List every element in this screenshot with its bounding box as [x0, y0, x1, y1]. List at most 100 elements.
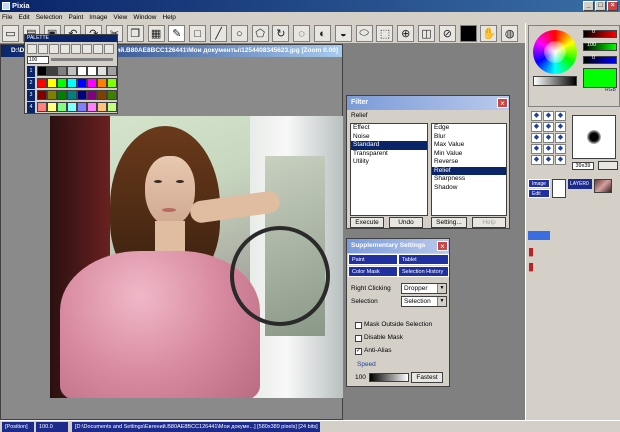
menu-file[interactable]: File	[0, 12, 14, 23]
palette-swatch[interactable]	[57, 102, 67, 112]
menu-window[interactable]: Window	[131, 12, 158, 23]
select-icon[interactable]: ⬚	[376, 25, 394, 42]
palette-tool-icon[interactable]	[27, 44, 37, 54]
palette-swatch[interactable]	[97, 102, 107, 112]
disable-mask-checkbox[interactable]	[355, 335, 362, 342]
filter-item[interactable]: Reverse	[432, 158, 506, 167]
palette-tool-icon[interactable]	[71, 44, 81, 54]
black-swatch-icon[interactable]	[459, 25, 477, 42]
palette-swatch[interactable]	[47, 90, 57, 100]
palette-tool-icon[interactable]	[60, 44, 70, 54]
filter-item[interactable]: Max Value	[432, 141, 506, 150]
filter-item[interactable]: Edge	[432, 124, 506, 133]
anti-alias-checkbox[interactable]: ✓	[355, 348, 362, 355]
menu-image[interactable]: Image	[87, 12, 109, 23]
palette-swatch[interactable]	[47, 78, 57, 88]
palette-swatch[interactable]	[97, 78, 107, 88]
filter-category-item[interactable]: Effect	[351, 124, 427, 133]
palette-swatch[interactable]	[67, 66, 77, 76]
edit-tab[interactable]: Edit	[528, 189, 550, 198]
tab-paint[interactable]: Paint	[348, 254, 398, 265]
paste-icon[interactable]: ▦	[147, 25, 165, 42]
menu-edit[interactable]: Edit	[16, 12, 31, 23]
brush-shape-icon[interactable]: ◆	[555, 122, 566, 132]
help-button[interactable]: Help	[472, 217, 506, 228]
filter-category-item[interactable]: Transparent	[351, 150, 427, 159]
palette-size-field[interactable]: 100	[27, 56, 49, 64]
brush-shape-icon[interactable]: ◆	[531, 111, 542, 121]
filter-category-list[interactable]: Effect Noise Standard Transparent Utility	[350, 123, 428, 216]
brush-shape-icon[interactable]: ◆	[555, 155, 566, 165]
palette-swatch[interactable]	[107, 78, 117, 88]
supplementary-close-icon[interactable]: ×	[437, 241, 448, 251]
tab-selection-history[interactable]: Selection History	[398, 266, 449, 277]
palette-swatch[interactable]	[97, 90, 107, 100]
layer-thumbnail[interactable]	[594, 179, 612, 193]
palette-swatch[interactable]	[77, 78, 87, 88]
brush-shape-icon[interactable]: ◆	[543, 111, 554, 121]
palette-swatch[interactable]	[87, 90, 97, 100]
circle-icon[interactable]: ○	[230, 25, 248, 42]
brush-shape-icon[interactable]: ◆	[543, 133, 554, 143]
palette-tool-icon[interactable]	[38, 44, 48, 54]
palette-swatch[interactable]	[37, 90, 47, 100]
palette-tool-icon[interactable]	[93, 44, 103, 54]
palette-swatch[interactable]	[77, 90, 87, 100]
setting-button[interactable]: Setting...	[431, 217, 467, 228]
brush-shape-icon[interactable]: ◆	[531, 155, 542, 165]
polygon-icon[interactable]: ⬠	[251, 25, 269, 42]
palette-swatch[interactable]	[107, 66, 117, 76]
palette-swatch[interactable]	[77, 102, 87, 112]
filter-item[interactable]: Min Value	[432, 150, 506, 159]
brush-icon[interactable]: ◐	[314, 25, 331, 42]
palette-swatch[interactable]	[67, 90, 77, 100]
maximize-button[interactable]: □	[595, 1, 606, 11]
palette-tool-icon[interactable]	[82, 44, 92, 54]
line-icon[interactable]: ╱	[210, 25, 227, 42]
tab-tablet[interactable]: Tablet	[398, 254, 449, 265]
tab-color-mask[interactable]: Color Mask	[348, 266, 398, 277]
palette-swatch[interactable]	[37, 66, 47, 76]
eyedropper-icon[interactable]: ⊘	[438, 25, 456, 42]
fill-icon[interactable]: ◒	[334, 25, 352, 42]
copy-icon[interactable]: ❐	[126, 25, 144, 42]
minimize-button[interactable]: _	[583, 1, 594, 11]
filter-category-item[interactable]: Noise	[351, 133, 427, 142]
lasso-icon[interactable]: ◌	[293, 25, 311, 42]
palette-swatch[interactable]	[77, 66, 87, 76]
fastest-button[interactable]: Fastest	[411, 372, 443, 383]
pen-icon[interactable]: ✎	[168, 25, 186, 42]
palette-swatch[interactable]	[97, 66, 107, 76]
red-slider[interactable]	[583, 30, 617, 38]
brush-shape-icon[interactable]: ◆	[555, 133, 566, 143]
right-clicking-select[interactable]: Dropper ▼	[401, 283, 447, 294]
filter-item[interactable]: Sharpness	[432, 175, 506, 184]
palette-swatch[interactable]	[67, 78, 77, 88]
filter-item[interactable]: Relief	[432, 166, 506, 175]
palette-swatch[interactable]	[87, 102, 97, 112]
photo-canvas[interactable]	[50, 116, 343, 398]
layer-name[interactable]: LAYER0	[568, 179, 592, 189]
palette-swatch[interactable]	[37, 78, 47, 88]
layer-add-icon[interactable]: ▮	[528, 245, 542, 258]
menu-help[interactable]: Help	[160, 12, 177, 23]
rectangle-icon[interactable]: □	[189, 25, 207, 42]
image-tab[interactable]: Image	[528, 179, 550, 188]
gray-slider[interactable]	[533, 76, 577, 86]
filter-item[interactable]: Shadow	[432, 184, 506, 193]
undo-button[interactable]: Undo	[389, 217, 423, 228]
hand-icon[interactable]: ✋	[480, 25, 498, 42]
palette-swatch[interactable]	[47, 102, 57, 112]
brush-size-button[interactable]	[598, 161, 618, 170]
filter-item[interactable]: Blur	[432, 133, 506, 142]
layer-delete-icon[interactable]: ▮	[528, 260, 542, 273]
menu-view[interactable]: View	[111, 12, 129, 23]
layer-action-bar[interactable]	[528, 231, 550, 240]
palette-swatch[interactable]	[57, 78, 67, 88]
new-file-icon[interactable]: ▭	[2, 25, 19, 42]
brush-shape-icon[interactable]: ◆	[543, 155, 554, 165]
brush-shape-icon[interactable]: ◆	[531, 122, 542, 132]
close-button[interactable]: ×	[607, 1, 618, 11]
palette-swatch[interactable]	[47, 66, 57, 76]
brush-shape-icon[interactable]: ◆	[543, 144, 554, 154]
